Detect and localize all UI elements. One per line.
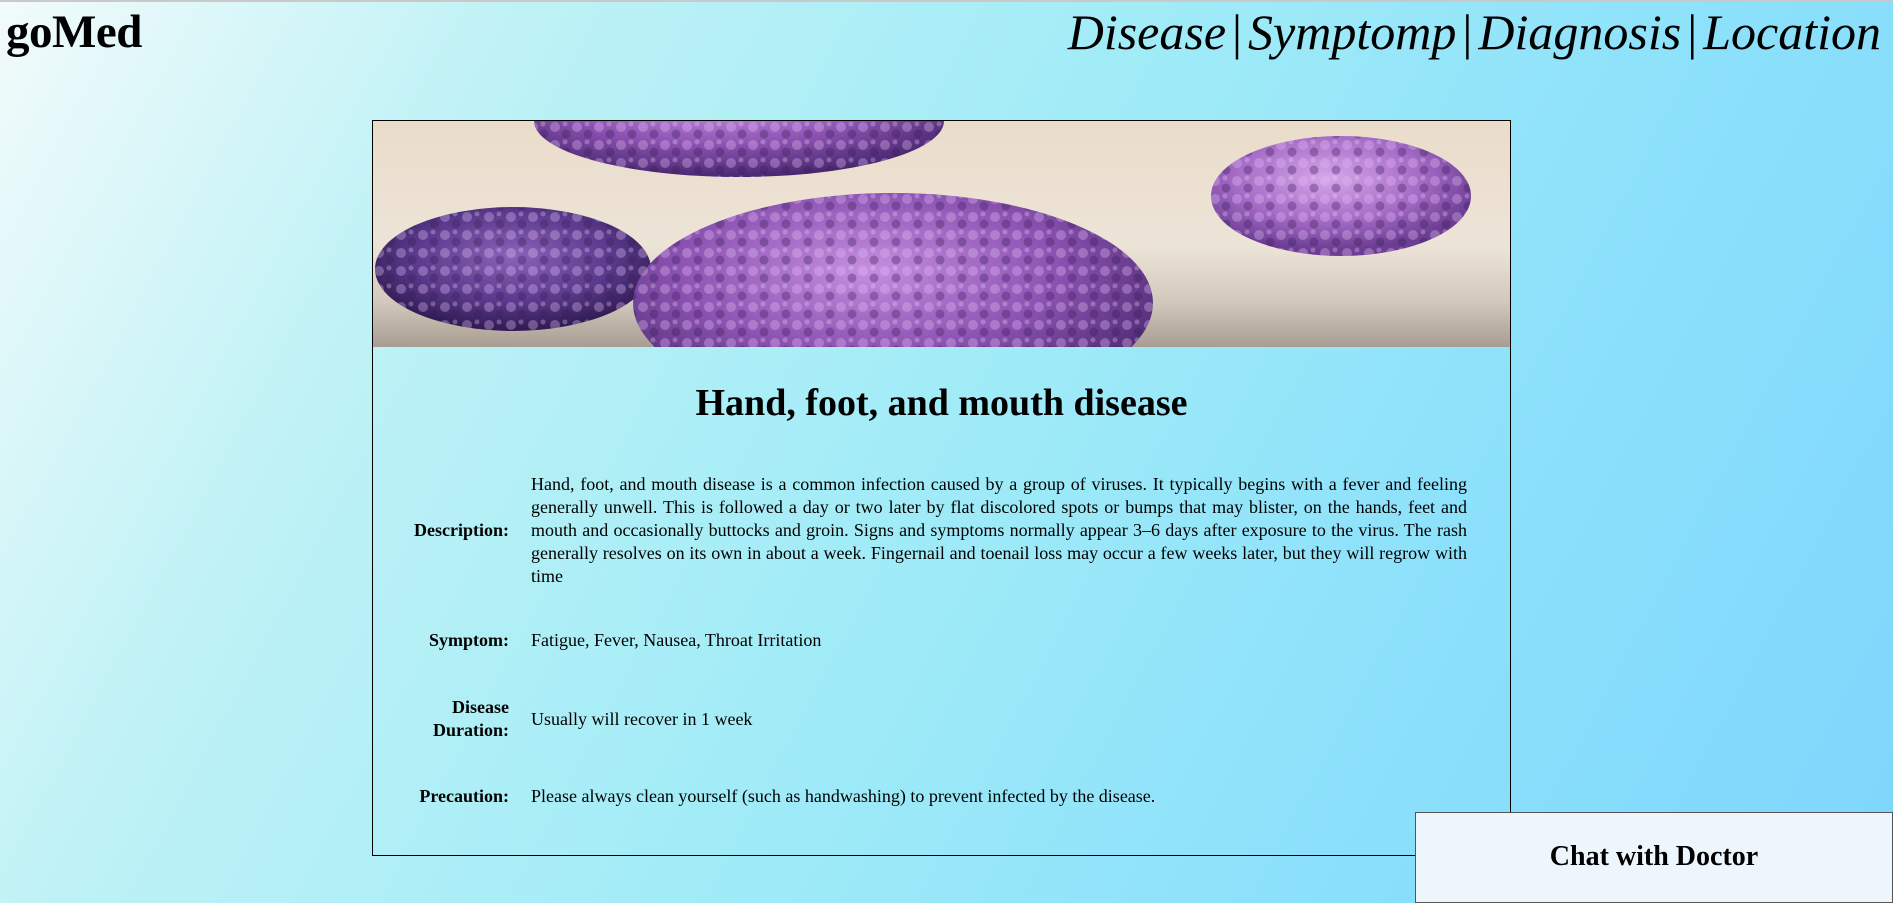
- duration-label: Disease Duration:: [373, 696, 509, 742]
- nav-separator: |: [1462, 4, 1473, 60]
- virus-banner-image: [373, 121, 1510, 347]
- chat-button-label: Chat with Doctor: [1549, 841, 1759, 872]
- precaution-row: Precaution: Please always clean yourself…: [373, 783, 1510, 809]
- nav-location[interactable]: Location: [1703, 4, 1881, 60]
- main-nav: Disease | Symptomp | Diagnosis | Location: [1068, 2, 1881, 62]
- duration-row: Disease Duration: Usually will recover i…: [373, 693, 1510, 745]
- nav-separator: |: [1687, 4, 1698, 60]
- nav-disease[interactable]: Disease: [1068, 4, 1226, 60]
- disease-card: Hand, foot, and mouth disease Descriptio…: [372, 120, 1511, 856]
- symptom-value: Fatigue, Fever, Nausea, Throat Irritatio…: [531, 629, 822, 650]
- precaution-value: Please always clean yourself (such as ha…: [531, 785, 1156, 806]
- description-row: Description: Hand, foot, and mouth disea…: [373, 471, 1510, 589]
- description-value: Hand, foot, and mouth disease is a commo…: [531, 473, 1467, 586]
- description-label: Description:: [414, 519, 509, 540]
- duration-label-line1: Disease: [452, 697, 509, 717]
- chat-with-doctor-button[interactable]: Chat with Doctor: [1415, 812, 1893, 903]
- duration-value: Usually will recover in 1 week: [531, 708, 753, 729]
- precaution-label: Precaution:: [419, 785, 509, 806]
- symptom-label: Symptom:: [429, 629, 509, 650]
- duration-label-line2: Duration:: [433, 720, 509, 740]
- site-logo[interactable]: goMed: [6, 2, 142, 62]
- symptom-row: Symptom: Fatigue, Fever, Nausea, Throat …: [373, 627, 1510, 653]
- nav-separator: |: [1232, 4, 1243, 60]
- nav-symptom[interactable]: Symptomp: [1248, 4, 1456, 60]
- disease-title: Hand, foot, and mouth disease: [695, 382, 1188, 424]
- nav-diagnosis[interactable]: Diagnosis: [1478, 4, 1681, 60]
